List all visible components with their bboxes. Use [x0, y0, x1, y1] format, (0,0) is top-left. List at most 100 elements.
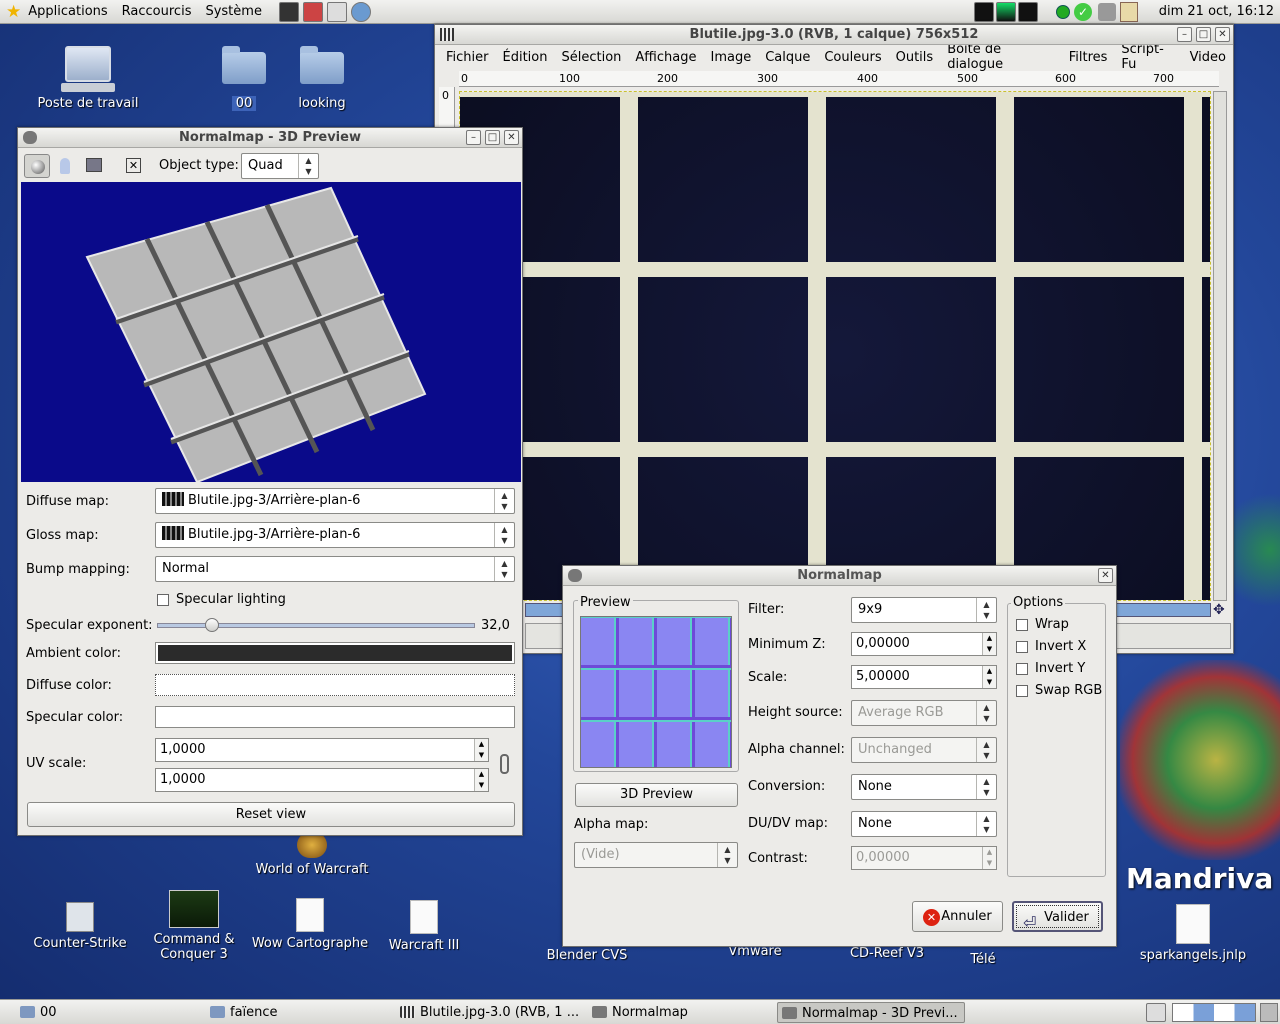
desktop-icon-wow[interactable]: World of Warcraft — [252, 832, 372, 877]
terminal-icon[interactable] — [278, 1, 299, 22]
status-green-icon[interactable] — [1056, 5, 1070, 19]
maximize-button[interactable]: □ — [485, 130, 500, 145]
menu-video[interactable]: Video — [1183, 50, 1233, 65]
spin-arrows-icon[interactable]: ▲ ▼ — [982, 847, 996, 869]
desktop-icon-folder-looking[interactable]: looking — [262, 46, 382, 111]
close-button[interactable]: ✕ — [1215, 27, 1230, 42]
task-normalmap-3d-preview[interactable]: Normalmap - 3D Previ... — [777, 1002, 965, 1023]
launcher-icon[interactable] — [302, 1, 323, 22]
image-icon[interactable] — [86, 158, 102, 172]
minimize-button[interactable]: – — [1177, 27, 1192, 42]
specular-exponent-slider[interactable] — [157, 618, 475, 632]
desktop-icon-cnc3[interactable]: Command & Conquer 3 — [134, 890, 254, 962]
fullscreen-icon[interactable]: ✕ — [126, 158, 141, 173]
close-button[interactable]: ✕ — [504, 130, 519, 145]
desktop-icon-counter-strike[interactable]: Counter-Strike — [20, 902, 140, 951]
swap-rgb-checkbox[interactable] — [1016, 685, 1028, 697]
alpha-map-select[interactable]: (Vide) ▲ ▼ — [574, 842, 738, 868]
diffuse-color-button[interactable] — [155, 674, 515, 696]
height-source-select[interactable]: Average RGB ▲ ▼ — [851, 700, 997, 726]
normalmap-preview-image[interactable] — [580, 616, 732, 768]
maximize-button[interactable]: □ — [1196, 27, 1211, 42]
desktop-icon-warcraft3[interactable]: Warcraft III — [364, 900, 484, 953]
menu-image[interactable]: Image — [703, 50, 758, 65]
spin-arrows-icon[interactable]: ▲ ▼ — [982, 633, 996, 655]
tools-icon[interactable] — [1098, 3, 1116, 21]
menu-edition[interactable]: Édition — [496, 50, 555, 65]
desktop-icon-workstation[interactable]: Poste de travail — [28, 46, 148, 111]
menu-boite-dialogue[interactable]: Boîte de dialogue — [940, 42, 1062, 72]
globe-icon[interactable] — [350, 1, 371, 22]
diffuse-map-select[interactable]: Blutile.jpg-3/Arrière-plan-6 ▲ ▼ — [155, 488, 515, 514]
normalmap-titlebar[interactable]: Normalmap ✕ — [563, 566, 1116, 586]
workspace-switcher[interactable] — [1172, 1003, 1256, 1022]
task-folder-faience[interactable]: faïence — [206, 1002, 376, 1023]
menu-raccourcis[interactable]: Raccourcis — [115, 0, 199, 24]
ambient-color-button[interactable] — [155, 642, 515, 664]
invert-y-checkbox[interactable] — [1016, 663, 1028, 675]
menu-calque[interactable]: Calque — [758, 50, 817, 65]
conversion-select[interactable]: None ▲ ▼ — [851, 774, 997, 800]
menu-script-fu[interactable]: Script-Fu — [1114, 42, 1182, 72]
clipboard-icon[interactable] — [1120, 2, 1138, 22]
alpha-channel-select[interactable]: Unchanged ▲ ▼ — [851, 737, 997, 763]
task-folder-00[interactable]: 00 — [16, 1002, 186, 1023]
menu-outils[interactable]: Outils — [889, 50, 941, 65]
preview-titlebar[interactable]: Normalmap - 3D Preview – □ ✕ — [18, 128, 522, 148]
bump-mapping-select[interactable]: Normal ▲ ▼ — [155, 556, 515, 582]
desktop-icon-tele[interactable]: Télé — [923, 952, 1043, 967]
wrap-checkbox[interactable] — [1016, 619, 1028, 631]
uv-scale-v-spinner[interactable]: 1,0000 ▲ ▼ — [155, 768, 489, 792]
specular-lighting-checkbox[interactable] — [157, 594, 169, 606]
invert-x-checkbox[interactable] — [1016, 641, 1028, 653]
menu-fichier[interactable]: Fichier — [439, 50, 496, 65]
navigate-icon[interactable]: ✥ — [1213, 603, 1229, 617]
menu-affichage[interactable]: Affichage — [628, 50, 703, 65]
workspace-3-icon[interactable] — [1018, 1, 1038, 22]
show-desktop-icon[interactable] — [1146, 1003, 1166, 1022]
clock[interactable]: dim 21 oct, 16:12 — [1159, 0, 1274, 24]
spin-arrows-icon[interactable]: ▲ ▼ — [474, 769, 488, 791]
desktop-icon-sparkangels[interactable]: sparkangels.jnlp — [1133, 904, 1253, 963]
desktop-icon-blender[interactable]: Blender CVS — [527, 948, 647, 963]
image-canvas[interactable] — [459, 91, 1211, 601]
update-check-icon[interactable]: ✓ — [1074, 3, 1092, 21]
task-gimp-image[interactable]: Blutile.jpg-3.0 (RVB, 1 ... — [396, 1002, 582, 1023]
task-normalmap[interactable]: Normalmap — [588, 1002, 768, 1023]
menu-couleurs[interactable]: Couleurs — [817, 50, 888, 65]
specular-color-button[interactable] — [155, 706, 515, 728]
spin-arrows-icon[interactable]: ▲ ▼ — [474, 739, 488, 761]
filter-select[interactable]: 9x9 ▲ ▼ — [851, 597, 997, 623]
menu-filtres[interactable]: Filtres — [1062, 50, 1115, 65]
star-icon[interactable]: ★ — [6, 0, 21, 24]
gimp-titlebar[interactable]: Blutile.jpg-3.0 (RVB, 1 calque) 756x512 … — [435, 25, 1233, 45]
network-icon[interactable] — [326, 1, 347, 22]
menu-selection[interactable]: Sélection — [554, 50, 628, 65]
min-z-spinner[interactable]: 0,00000 ▲ ▼ — [851, 632, 997, 656]
reset-view-button[interactable]: Reset view — [27, 802, 515, 827]
close-button[interactable]: ✕ — [1098, 568, 1113, 583]
slider-thumb[interactable] — [205, 618, 220, 632]
preview-3d-button[interactable]: 3D Preview — [575, 783, 738, 807]
contrast-spinner[interactable]: 0,00000 ▲ ▼ — [851, 846, 997, 870]
gloss-map-select[interactable]: Blutile.jpg-3/Arrière-plan-6 ▲ ▼ — [155, 522, 515, 548]
trash-icon[interactable] — [1260, 1003, 1278, 1022]
desktop-icon-wow-cartographe[interactable]: Wow Cartographe — [250, 898, 370, 951]
preview-viewport[interactable] — [21, 182, 521, 482]
light-icon[interactable] — [60, 158, 70, 174]
uv-scale-u-spinner[interactable]: 1,0000 ▲ ▼ — [155, 738, 489, 762]
scale-spinner[interactable]: 5,00000 ▲ ▼ — [851, 665, 997, 689]
menu-applications[interactable]: Applications — [21, 0, 114, 24]
object-type-select[interactable]: Quad ▲ ▼ — [241, 153, 319, 179]
menu-systeme[interactable]: Système — [198, 0, 268, 24]
spin-arrows-icon[interactable]: ▲ ▼ — [982, 666, 996, 688]
cancel-button[interactable]: ✕ Annuler — [912, 901, 1003, 932]
sphere-tool-button[interactable] — [24, 154, 50, 178]
minimize-button[interactable]: – — [466, 130, 481, 145]
vscrollbar[interactable] — [1213, 91, 1227, 601]
chain-link-icon[interactable] — [500, 754, 509, 774]
workspace-2-icon[interactable] — [996, 1, 1016, 22]
ok-button[interactable]: ⏎ Valider — [1012, 901, 1103, 932]
dudv-select[interactable]: None ▲ ▼ — [851, 811, 997, 837]
workspace-1-icon[interactable] — [974, 1, 994, 22]
